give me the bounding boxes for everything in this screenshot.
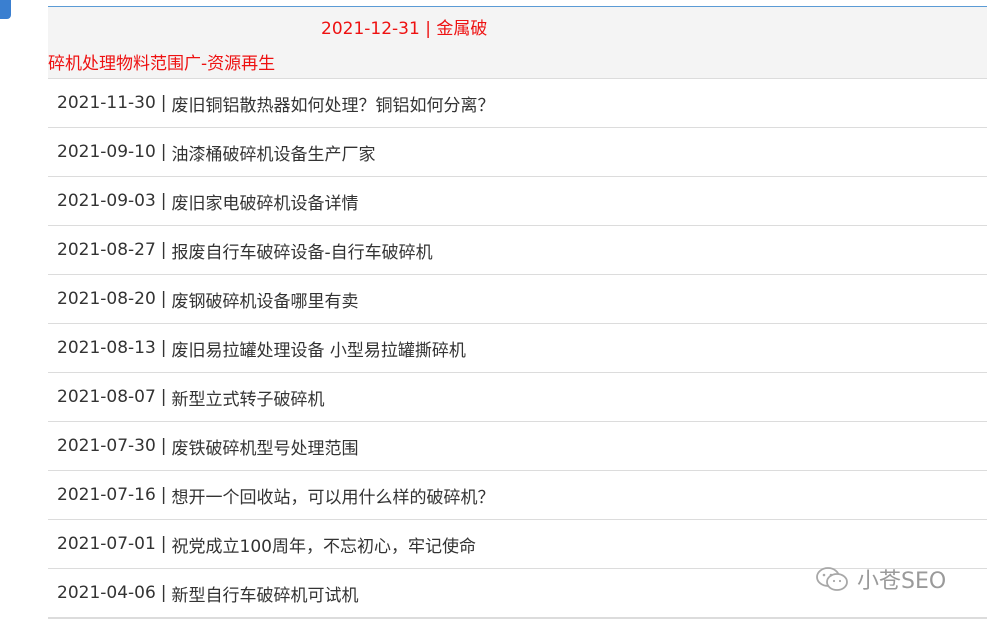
item-date: 2021-09-03 xyxy=(57,191,156,211)
item-title-link[interactable]: 废钢破碎机设备哪里有卖 xyxy=(172,287,359,312)
item-date: 2021-07-30 xyxy=(57,436,156,456)
list-item[interactable]: 2021-11-30 | 废旧铜铝散热器如何处理？铜铝如何分离？ xyxy=(48,79,987,128)
list-item[interactable]: 2021-07-16 | 想开一个回收站，可以用什么样的破碎机？ xyxy=(48,471,987,520)
item-date: 2021-09-10 xyxy=(57,142,156,162)
item-date: 2021-08-13 xyxy=(57,338,156,358)
item-title-link[interactable]: 新型立式转子破碎机 xyxy=(172,385,325,410)
list-item[interactable]: 2021-09-10 | 油漆桶破碎机设备生产厂家 xyxy=(48,128,987,177)
item-date: 2021-07-01 xyxy=(57,534,156,554)
list-item[interactable]: 2021-07-01 | 祝党成立100周年，不忘初心，牢记使命 xyxy=(48,520,987,569)
item-date: 2021-08-27 xyxy=(57,240,156,260)
list-item[interactable]: 2021-08-20 | 废钢破碎机设备哪里有卖 xyxy=(48,275,987,324)
item-title-link[interactable]: 报废自行车破碎设备-自行车破碎机 xyxy=(172,238,433,263)
item-date: 2021-04-06 xyxy=(57,583,156,603)
item-separator: | xyxy=(160,240,167,260)
item-title-link[interactable]: 废旧易拉罐处理设备 小型易拉罐撕碎机 xyxy=(172,336,466,361)
item-separator: | xyxy=(160,142,167,162)
list-item[interactable]: 2021-08-27 | 报废自行车破碎设备-自行车破碎机 xyxy=(48,226,987,275)
item-separator: | xyxy=(160,485,167,505)
list-item-active[interactable]: 2021-12-31 | 金属破 碎机处理物料范围广-资源再生 xyxy=(48,6,987,79)
item-date: 2021-08-07 xyxy=(57,387,156,407)
watermark-text: 小苍SEO xyxy=(857,569,947,594)
wechat-icon xyxy=(816,567,848,591)
active-item-line2[interactable]: 碎机处理物料范围广-资源再生 xyxy=(48,49,275,74)
list-item[interactable]: 2021-07-30 | 废铁破碎机型号处理范围 xyxy=(48,422,987,471)
item-title-link[interactable]: 想开一个回收站，可以用什么样的破碎机？ xyxy=(172,483,495,508)
item-separator: | xyxy=(160,338,167,358)
item-title-link[interactable]: 废旧铜铝散热器如何处理？铜铝如何分离？ xyxy=(172,91,495,116)
item-separator: | xyxy=(160,387,167,407)
article-list: 2021-12-31 | 金属破 碎机处理物料范围广-资源再生 2021-11-… xyxy=(48,6,987,619)
list-item[interactable]: 2021-08-13 | 废旧易拉罐处理设备 小型易拉罐撕碎机 xyxy=(48,324,987,373)
item-separator: | xyxy=(160,436,167,456)
item-title-link[interactable]: 油漆桶破碎机设备生产厂家 xyxy=(172,140,376,165)
item-separator: | xyxy=(160,93,167,113)
item-separator: | xyxy=(160,191,167,211)
item-separator: | xyxy=(160,583,167,603)
item-title-link[interactable]: 新型自行车破碎机可试机 xyxy=(172,581,359,606)
item-date: 2021-08-20 xyxy=(57,289,156,309)
item-title-link[interactable]: 废旧家电破碎机设备详情 xyxy=(172,189,359,214)
list-item[interactable]: 2021-08-07 | 新型立式转子破碎机 xyxy=(48,373,987,422)
side-tab[interactable] xyxy=(0,0,11,19)
active-item-line1[interactable]: 2021-12-31 | 金属破 xyxy=(321,14,487,39)
list-item[interactable]: 2021-09-03 | 废旧家电破碎机设备详情 xyxy=(48,177,987,226)
item-title-link[interactable]: 废铁破碎机型号处理范围 xyxy=(172,434,359,459)
watermark: 小苍SEO xyxy=(815,563,946,595)
item-separator: | xyxy=(160,289,167,309)
item-date: 2021-11-30 xyxy=(57,93,156,113)
item-title-link[interactable]: 祝党成立100周年，不忘初心，牢记使命 xyxy=(172,532,476,557)
item-date: 2021-07-16 xyxy=(57,485,156,505)
item-separator: | xyxy=(160,534,167,554)
